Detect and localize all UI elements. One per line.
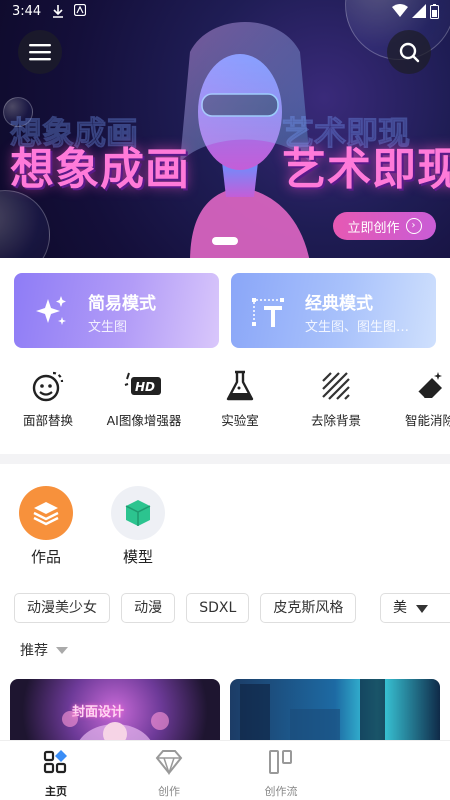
tool-ai-enhancer[interactable]: HD AI图像增强器	[99, 368, 189, 429]
bottom-navigation: 主页 创作 创作流	[0, 740, 450, 800]
tool-remove-bg[interactable]: 去除背景	[291, 368, 381, 429]
search-icon	[399, 42, 420, 63]
dropdown-arrow-icon	[56, 646, 68, 654]
cube-icon	[125, 500, 151, 526]
remove-background-icon	[322, 372, 350, 400]
nav-create[interactable]: 创作	[129, 749, 209, 799]
tool-smart-erase[interactable]: 智能消除	[385, 368, 450, 429]
hero-banner[interactable]: 想象成画 想象成画 艺术即现 艺术即现 立即创作 ›	[0, 0, 450, 258]
more-tags-label: 美	[393, 600, 407, 616]
text-transform-icon	[252, 298, 284, 327]
classic-mode-title: 经典模式	[305, 294, 373, 314]
tool-lab[interactable]: 实验室	[195, 368, 285, 429]
carousel-indicator	[212, 237, 238, 245]
models-label: 模型	[122, 548, 153, 566]
menu-button[interactable]	[18, 30, 62, 74]
works-label: 作品	[30, 548, 61, 566]
nav-home-label: 主页	[45, 785, 67, 798]
wifi-icon	[392, 4, 408, 17]
hamburger-icon	[29, 44, 51, 61]
chevron-down-icon	[416, 605, 428, 613]
tool-face-swap[interactable]: 面部替换	[3, 368, 93, 429]
hero-title-left: 想象成画	[10, 144, 190, 195]
nav-flow-label: 创作流	[264, 785, 298, 798]
tool-label: 实验室	[221, 413, 259, 428]
tag-sdxl[interactable]: SDXL	[186, 593, 250, 623]
signal-icon	[412, 4, 426, 18]
tag-pixar-style[interactable]: 皮克斯风格	[260, 593, 357, 623]
diamond-icon	[155, 750, 183, 776]
create-now-button[interactable]: 立即创作 ›	[333, 212, 436, 240]
flow-icon	[269, 750, 292, 774]
home-icon	[43, 750, 67, 774]
works-icon-bg	[19, 486, 73, 540]
models-icon-bg	[111, 486, 165, 540]
simple-mode-card[interactable]: 简易模式 文生图	[14, 273, 219, 348]
svg-text:HD: HD	[135, 380, 155, 394]
hd-enhance-icon: HD	[124, 372, 161, 395]
section-divider	[0, 454, 450, 464]
tag-anime[interactable]: 动漫	[121, 593, 176, 623]
tool-label: 去除背景	[310, 413, 361, 428]
eraser-icon	[417, 372, 442, 399]
models-entry[interactable]: 模型	[103, 486, 173, 567]
flask-icon	[226, 370, 254, 401]
status-bar: 3:44	[0, 0, 450, 24]
tool-label: 智能消除	[404, 413, 450, 428]
sparkles-icon	[36, 296, 66, 325]
classic-mode-subtitle: 文生图、图生图…	[305, 320, 410, 335]
bubble-decoration	[0, 190, 50, 258]
chevron-right-icon: ›	[405, 218, 422, 234]
app-notification-icon	[74, 4, 86, 16]
tool-label: 面部替换	[22, 413, 73, 428]
works-entry[interactable]: 作品	[11, 486, 81, 567]
layers-icon	[33, 502, 59, 526]
nav-flow[interactable]: 创作流	[241, 749, 321, 799]
face-swap-icon	[32, 371, 64, 402]
hero-title-right: 艺术即现	[282, 144, 450, 195]
simple-mode-title: 简易模式	[88, 294, 156, 314]
tool-label: AI图像增强器	[106, 413, 182, 428]
search-button[interactable]	[387, 30, 431, 74]
classic-mode-card[interactable]: 经典模式 文生图、图生图…	[231, 273, 436, 348]
nav-home[interactable]: 主页	[16, 749, 96, 799]
simple-mode-subtitle: 文生图	[88, 320, 128, 335]
create-now-label: 立即创作	[347, 220, 400, 236]
tag-anime-girl[interactable]: 动漫美少女	[14, 593, 110, 623]
more-tags-button[interactable]: 美	[380, 593, 450, 623]
sort-label: 推荐	[20, 643, 48, 659]
download-icon	[53, 5, 63, 18]
tool-row: 面部替换 HD AI图像增强器 实验室 去除背景 智能消除	[0, 368, 450, 438]
status-time: 3:44	[12, 4, 42, 19]
battery-icon	[430, 4, 439, 19]
sort-dropdown[interactable]: 推荐	[20, 640, 68, 660]
app-screen: 想象成画 想象成画 艺术即现 艺术即现 立即创作 › 3:44 简易模式 文生图…	[0, 0, 450, 800]
nav-create-label: 创作	[158, 785, 180, 798]
